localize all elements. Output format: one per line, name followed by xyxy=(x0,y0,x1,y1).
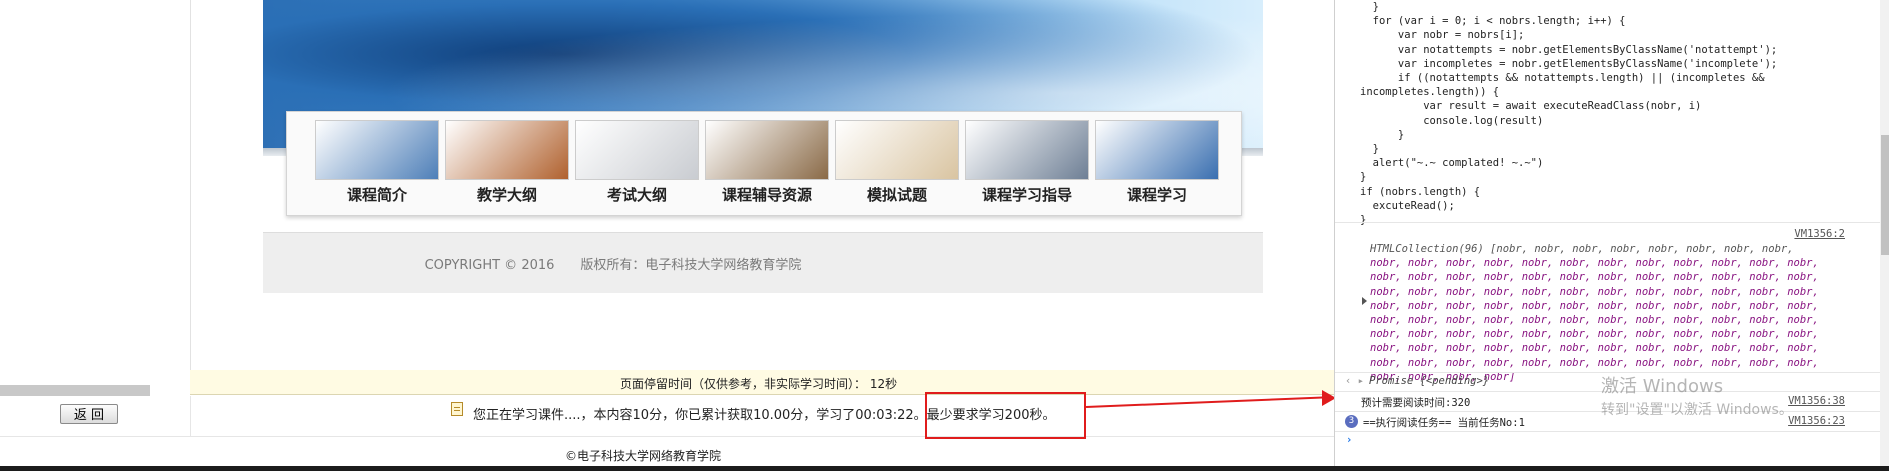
return-arrow-icon: ‹ ▸ xyxy=(1345,375,1364,387)
console-prompt-icon: › xyxy=(1346,434,1353,446)
menu-item-syllabus[interactable]: 教学大纲 xyxy=(445,120,569,210)
code-line: } xyxy=(1360,214,1367,227)
repeat-count-badge: 3 xyxy=(1345,415,1358,428)
activation-watermark-subtitle: 转到"设置"以激活 Windows。 xyxy=(1601,402,1793,418)
exam-outline-image xyxy=(575,120,699,180)
divider xyxy=(190,396,191,436)
horizontal-scrollbar-thumb[interactable] xyxy=(0,385,150,396)
study-guide-image xyxy=(965,120,1089,180)
console-divider xyxy=(1335,431,1880,432)
code-line: console.log(result) xyxy=(1360,114,1544,127)
menu-label: 模拟试题 xyxy=(866,186,927,204)
htmlcollection-row: nobr, nobr, nobr, nobr, nobr, nobr, nobr… xyxy=(1370,328,1819,341)
menu-item-tutoring-resources[interactable]: 课程辅导资源 xyxy=(705,120,829,210)
menu-item-course-intro[interactable]: 课程简介 xyxy=(315,120,439,210)
vertical-scrollbar-thumb[interactable] xyxy=(1881,135,1889,255)
course-intro-image xyxy=(315,120,439,180)
code-line: if (nobrs.length) { xyxy=(1360,185,1481,198)
promise-output[interactable]: Promise {<pending>} xyxy=(1369,375,1489,387)
vertical-scrollbar[interactable] xyxy=(1880,0,1889,466)
menu-item-study-guide[interactable]: 课程学习指导 xyxy=(965,120,1089,210)
expand-triangle-icon[interactable] xyxy=(1362,297,1367,305)
log-message: ==执行阅读任务== 当前任务No:1 xyxy=(1363,417,1525,429)
htmlcollection-row: nobr, nobr, nobr, nobr, nobr, nobr, nobr… xyxy=(1370,299,1819,312)
code-line: excuteRead(); xyxy=(1360,199,1455,212)
htmlcollection-row: nobr, nobr, nobr, nobr, nobr, nobr, nobr… xyxy=(1370,314,1819,327)
code-line: } xyxy=(1360,128,1405,141)
htmlcollection-row: nobr, nobr, nobr, nobr, nobr, nobr, nobr… xyxy=(1370,342,1819,355)
stay-time-bar: 页面停留时间（仅供参考，非实际学习时间）： 12秒 xyxy=(190,370,1334,395)
stay-time-text: 页面停留时间（仅供参考，非实际学习时间）： 12秒 xyxy=(620,377,898,391)
console-source-code: } for (var i = 0; i < nobrs.length; i++)… xyxy=(1360,0,1880,227)
menu-label: 课程学习指导 xyxy=(981,186,1072,204)
tutoring-resources-image xyxy=(705,120,829,180)
console-divider xyxy=(1335,222,1880,223)
lms-page: 课程简介 教学大纲 考试大纲 课程辅导资源 模拟试题 课程学习指导 课程学习 C… xyxy=(0,0,1334,471)
code-line: var nobr = nobrs[i]; xyxy=(1360,29,1525,42)
code-line: for (var i = 0; i < nobrs.length; i++) { xyxy=(1360,15,1626,28)
mock-exam-image xyxy=(835,120,959,180)
htmlcollection-row: nobr, nobr, nobr, nobr, nobr, nobr, nobr… xyxy=(1370,285,1819,298)
course-study-image xyxy=(1095,120,1219,180)
htmlcollection-row: nobr, nobr, nobr, nobr, nobr, nobr, nobr… xyxy=(1370,271,1819,284)
menu-label: 课程简介 xyxy=(346,186,407,204)
site-footer: COPYRIGHT © 2016 版权所有：电子科技大学网络教育学院 xyxy=(263,232,1263,293)
code-line: } xyxy=(1360,1,1379,13)
htmlcollection-row: nobr, nobr, nobr, nobr, nobr, nobr, nobr… xyxy=(1370,257,1819,270)
study-status-bar: 返 回 您正在学习课件....，本内容10分，你已累计获取10.00分，学习了0… xyxy=(0,396,1334,437)
menu-item-exam-outline[interactable]: 考试大纲 xyxy=(575,120,699,210)
source-link[interactable]: VM1356:38 xyxy=(1788,395,1845,407)
code-line: var notattempts = nobr.getElementsByClas… xyxy=(1360,43,1778,56)
htmlcollection-row: nobr, nobr, nobr, nobr, nobr, nobr, nobr… xyxy=(1370,356,1819,369)
code-line: } xyxy=(1360,171,1367,184)
menu-label: 课程辅导资源 xyxy=(721,186,812,204)
code-line: var result = await executeReadClass(nobr… xyxy=(1360,100,1702,113)
log-message: 预计需要阅读时间:320 xyxy=(1361,397,1471,409)
code-line: alert("~.~ complated! ~.~") xyxy=(1360,157,1544,170)
menu-item-mock-exam[interactable]: 模拟试题 xyxy=(835,120,959,210)
activation-watermark-title: 激活 Windows xyxy=(1601,376,1724,397)
code-line: if ((notattempts && notattempts.length) … xyxy=(1360,72,1765,85)
menu-item-course-study[interactable]: 课程学习 xyxy=(1095,120,1219,210)
highlight-annotation xyxy=(925,392,1086,439)
code-line: incompletes.length)) { xyxy=(1360,86,1500,99)
syllabus-image xyxy=(445,120,569,180)
left-nav-panel xyxy=(0,0,191,390)
console-input[interactable] xyxy=(1362,434,1866,452)
course-menu: 课程简介 教学大纲 考试大纲 课程辅导资源 模拟试题 课程学习指导 课程学习 xyxy=(286,111,1242,216)
bottom-copyright: ©电子科技大学网络教育学院 xyxy=(565,449,722,463)
back-button[interactable]: 返 回 xyxy=(60,404,118,424)
code-line: } xyxy=(1360,143,1379,156)
code-line: var incompletes = nobr.getElementsByClas… xyxy=(1360,57,1778,70)
htmlcollection-output[interactable]: HTMLCollection(96) [nobr, nobr, nobr, no… xyxy=(1370,242,1880,384)
source-link[interactable]: VM1356:2 xyxy=(1794,228,1845,240)
bottom-edge xyxy=(0,466,1889,471)
note-icon xyxy=(451,402,463,416)
source-link[interactable]: VM1356:23 xyxy=(1788,415,1845,427)
devtools-console: } for (var i = 0; i < nobrs.length; i++)… xyxy=(1334,0,1889,466)
htmlcollection-header: HTMLCollection(96) [nobr, nobr, nobr, no… xyxy=(1370,243,1794,255)
bottom-bar: ©电子科技大学网络教育学院 xyxy=(0,442,1334,466)
copyright-text: COPYRIGHT © 2016 版权所有：电子科技大学网络教育学院 xyxy=(424,258,802,273)
menu-label: 教学大纲 xyxy=(476,186,537,204)
menu-label: 考试大纲 xyxy=(606,186,667,204)
menu-label: 课程学习 xyxy=(1126,186,1187,204)
